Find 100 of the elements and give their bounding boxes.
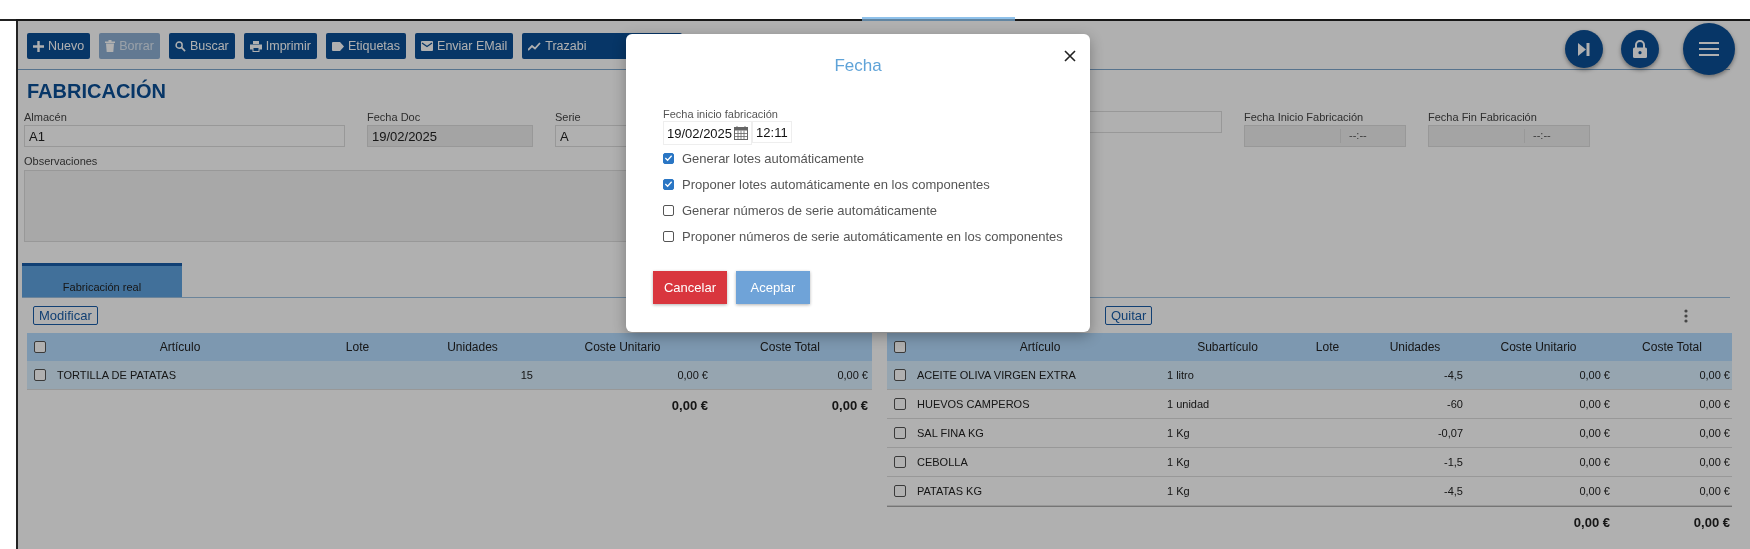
column-header: Lote bbox=[1314, 340, 1341, 354]
table-cell: 0,00 € bbox=[1699, 427, 1730, 439]
table-cell: 0,00 € bbox=[1699, 369, 1730, 381]
mail-icon bbox=[421, 41, 434, 51]
time-field[interactable]: 12:11 bbox=[752, 121, 792, 143]
table-cell: 0,00 € bbox=[1579, 427, 1610, 439]
checkbox[interactable] bbox=[663, 152, 674, 164]
menu-icon bbox=[1699, 42, 1719, 56]
field-label: Fecha Doc bbox=[367, 111, 421, 124]
checkbox[interactable] bbox=[894, 369, 906, 381]
table-cell: 15 bbox=[520, 369, 533, 381]
table-cell: CEBOLLA bbox=[917, 456, 968, 468]
table-row[interactable]: ACEITE OLIVA VIRGEN EXTRA 1 litro -4,5 0,00 € 0,00 € bbox=[887, 361, 1732, 390]
table-cell: 0,00 € bbox=[1699, 456, 1730, 468]
checkbox[interactable] bbox=[34, 369, 46, 381]
checkbox-label[interactable]: Generar números de serie automáticamente bbox=[682, 202, 938, 218]
table-row[interactable]: SAL FINA KG 1 Kg -0,07 0,00 € 0,00 € bbox=[887, 419, 1732, 448]
column-header: Artículo bbox=[158, 340, 202, 354]
total-value: 0,00 € bbox=[671, 397, 708, 413]
close-icon[interactable] bbox=[1064, 50, 1076, 62]
dialog-title: Fecha bbox=[833, 56, 883, 76]
checkbox[interactable] bbox=[894, 485, 906, 497]
toolbar-button[interactable]: Nuevo bbox=[27, 33, 91, 59]
table-cell: -4,5 bbox=[1444, 369, 1463, 381]
table-cell: 1 Kg bbox=[1167, 427, 1190, 439]
toolbar-button[interactable]: Enviar EMail bbox=[415, 33, 514, 59]
checkbox[interactable] bbox=[663, 230, 674, 242]
checkbox[interactable] bbox=[894, 398, 906, 410]
table-row[interactable]: PATATAS KG 1 Kg -4,5 0,00 € 0,00 € bbox=[887, 477, 1732, 506]
search-icon bbox=[174, 40, 186, 52]
toolbar-button[interactable]: Imprimir bbox=[243, 33, 317, 59]
checkbox[interactable] bbox=[894, 341, 906, 353]
table-cell: -4,5 bbox=[1444, 485, 1463, 497]
table-cell: -0,07 bbox=[1437, 427, 1463, 439]
table-cell: 1 Kg bbox=[1167, 456, 1190, 468]
column-header: Coste Unitario bbox=[1499, 340, 1578, 354]
more-options-icon[interactable] bbox=[1684, 308, 1688, 323]
total-value: 0,00 € bbox=[831, 397, 868, 413]
trend-icon bbox=[528, 41, 542, 51]
checkbox-label[interactable]: Proponer lotes automáticamente en los componentes bbox=[682, 176, 990, 192]
field-label: Serie bbox=[555, 111, 581, 124]
table-row[interactable]: CEBOLLA 1 Kg -1,5 0,00 € 0,00 € bbox=[887, 448, 1732, 477]
date-field[interactable]: 19/02/2025 bbox=[663, 121, 753, 145]
table-cell: 0,00 € bbox=[1579, 456, 1610, 468]
checkbox[interactable] bbox=[894, 427, 906, 439]
table-cell: 0,00 € bbox=[677, 369, 708, 381]
skip-end-button[interactable] bbox=[1565, 30, 1603, 68]
total-value: 0,00 € bbox=[1573, 514, 1610, 530]
datetime-field[interactable]: --:-- bbox=[1244, 125, 1406, 147]
table-cell: TORTILLA DE PATATAS bbox=[57, 369, 176, 381]
tag-icon bbox=[331, 41, 344, 51]
text-field[interactable]: 19/02/2025 bbox=[367, 125, 533, 147]
checkbox-label[interactable]: Proponer números de serie automáticamente en los componentes bbox=[682, 228, 1063, 244]
cancel-button[interactable]: Cancelar bbox=[653, 271, 727, 304]
table-row[interactable]: HUEVOS CAMPEROS 1 unidad -60 0,00 € 0,00 € bbox=[887, 390, 1732, 419]
toolbar-button[interactable]: Etiquetas bbox=[325, 33, 407, 59]
table-cell: SAL FINA KG bbox=[917, 427, 984, 439]
column-header: Subartículo bbox=[1196, 340, 1259, 354]
lock-button[interactable] bbox=[1621, 30, 1659, 68]
table-cell: ACEITE OLIVA VIRGEN EXTRA bbox=[917, 369, 1076, 381]
menu-button[interactable] bbox=[1683, 23, 1735, 75]
table-row[interactable]: TORTILLA DE PATATAS 15 0,00 € 0,00 € bbox=[27, 361, 872, 390]
table-cell: 0,00 € bbox=[1579, 485, 1610, 497]
table-cell: 0,00 € bbox=[837, 369, 868, 381]
table-cell: -60 bbox=[1447, 398, 1463, 410]
printer-icon bbox=[249, 40, 262, 52]
skip-end-icon bbox=[1578, 42, 1590, 56]
toolbar-button[interactable]: Buscar bbox=[168, 33, 235, 59]
table-cell: 1 litro bbox=[1167, 369, 1194, 381]
text-field[interactable]: A1 bbox=[24, 125, 345, 147]
checkbox-label[interactable]: Generar lotes automáticamente bbox=[682, 150, 865, 166]
column-header: Unidades bbox=[446, 340, 499, 354]
datetime-field[interactable]: --:-- bbox=[1428, 125, 1590, 147]
column-header: Coste Total bbox=[759, 340, 821, 354]
checkbox[interactable] bbox=[663, 178, 674, 190]
outline-button[interactable]: Modificar bbox=[33, 306, 98, 325]
trash-icon bbox=[105, 40, 116, 52]
table-cell: 0,00 € bbox=[1699, 485, 1730, 497]
column-header: Artículo bbox=[1018, 340, 1062, 354]
field-label: Fecha Fin Fabricación bbox=[1428, 111, 1537, 124]
table-cell: 0,00 € bbox=[1699, 398, 1730, 410]
page-title: FABRICACIÓN bbox=[27, 80, 167, 103]
column-header: Lote bbox=[344, 340, 371, 354]
table-cell: 1 Kg bbox=[1167, 485, 1190, 497]
table-cell: HUEVOS CAMPEROS bbox=[917, 398, 1030, 410]
total-value: 0,00 € bbox=[1693, 514, 1730, 530]
plus-icon bbox=[33, 40, 44, 52]
field-label: Observaciones bbox=[24, 155, 98, 168]
checkbox[interactable] bbox=[663, 204, 674, 216]
table-cell: 0,00 € bbox=[1579, 369, 1610, 381]
field-label: Fecha inicio fabricación bbox=[663, 108, 778, 120]
checkbox[interactable] bbox=[894, 456, 906, 468]
column-header: Unidades bbox=[1388, 340, 1442, 354]
table-cell: -1,5 bbox=[1444, 456, 1463, 468]
checkbox[interactable] bbox=[34, 341, 46, 353]
table-cell: 0,00 € bbox=[1579, 398, 1610, 410]
column-header: Coste Unitario bbox=[583, 340, 662, 354]
lock-icon bbox=[1633, 40, 1647, 58]
outline-button[interactable]: Quitar bbox=[1105, 306, 1153, 325]
calendar-icon[interactable] bbox=[734, 126, 749, 140]
